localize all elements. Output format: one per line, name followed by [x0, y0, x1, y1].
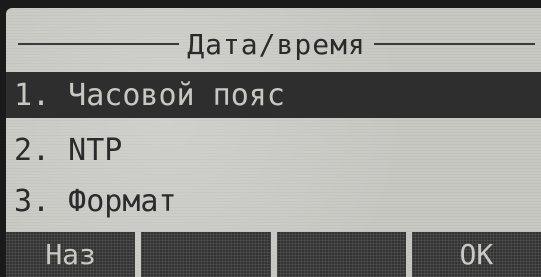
ok-softkey[interactable]: OK: [411, 232, 541, 277]
softkey-2[interactable]: [141, 232, 271, 277]
title-rule-right: [373, 43, 536, 45]
header: Дата/время: [6, 22, 541, 66]
softkey-3[interactable]: [276, 232, 406, 277]
softkey-bar: Наз OK: [6, 232, 541, 277]
back-softkey-label: Наз: [45, 238, 96, 271]
menu-item-timezone[interactable]: 1. Часовой пояс: [6, 72, 541, 118]
ok-softkey-label: OK: [459, 238, 494, 271]
title-rule-left: [18, 43, 180, 45]
menu-item-ntp[interactable]: 2. NTP: [6, 127, 541, 173]
menu-item-format[interactable]: 3. Формат: [6, 178, 541, 224]
lcd-screen: Дата/время 1. Часовой пояс 2. NTP 3. Фор…: [6, 8, 541, 277]
menu-item-label: 2. NTP: [14, 132, 123, 168]
page-title: Дата/время: [187, 27, 366, 61]
menu-item-label: 1. Часовой пояс: [14, 77, 285, 113]
menu-item-label: 3. Формат: [14, 183, 177, 219]
back-softkey[interactable]: Наз: [6, 232, 136, 277]
